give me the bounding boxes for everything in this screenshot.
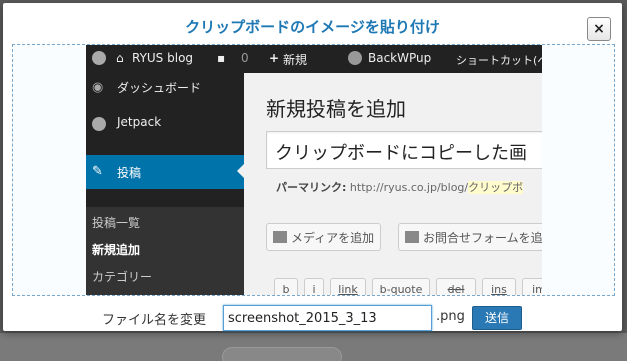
pasted-screenshot: ⌂ RYUS blog ▪ 0 + 新規 BackWPup ショートカット(ベ … [86, 45, 542, 295]
quicktag-b: b [274, 278, 298, 295]
menu-jetpack-label: Jetpack [117, 115, 162, 129]
backwpup-label: BackWPup [368, 51, 432, 65]
site-name: RYUS blog [132, 51, 194, 65]
dialog-title: クリップボードのイメージを貼り付け [185, 18, 440, 36]
close-button[interactable]: × [587, 17, 611, 41]
menu-posts: ✎ 投稿 [86, 155, 245, 189]
send-button[interactable]: 送信 [472, 306, 522, 330]
editor-heading: 新規投稿を追加 [266, 97, 406, 121]
form-icon [405, 231, 419, 243]
pushpin-icon: ✎ [92, 164, 103, 179]
pasted-image-area: ⌂ RYUS blog ▪ 0 + 新規 BackWPup ショートカット(ベ … [12, 44, 615, 296]
backdrop-bottom [0, 333, 627, 361]
quicktag-link: link [330, 278, 366, 295]
quicktag-b-quote: b-quote [372, 278, 430, 295]
filename-input[interactable] [223, 305, 432, 331]
quicktag-img: im [522, 278, 542, 295]
submenu-all-posts: 投稿一覧 [92, 216, 141, 230]
menu-posts-label: 投稿 [117, 166, 142, 180]
wp-admin-bar: ⌂ RYUS blog ▪ 0 + 新規 BackWPup ショートカット(ベ [86, 45, 542, 73]
plus-icon: + [269, 51, 280, 65]
paste-image-dialog: クリップボードのイメージを貼り付け × ⌂ RYUS blog ▪ 0 + 新規… [3, 3, 622, 331]
quicktag-ins: ins [482, 278, 516, 295]
quicktag-del: del [436, 278, 476, 295]
menu-jetpack: Jetpack [86, 109, 244, 139]
menu-dashboard-label: ダッシュボード [117, 81, 202, 95]
backwpup-icon [348, 51, 362, 66]
comment-count: 0 [241, 51, 249, 65]
new-label: 新規 [283, 53, 308, 67]
dashboard-icon: ◉ [92, 80, 104, 95]
editor-content: 新規投稿を追加 クリップボードにコピーした画 パーマリンク: http://ry… [244, 73, 542, 295]
backdrop-toolbar-ghost [222, 347, 342, 361]
add-media-label: メディアを追加 [291, 231, 375, 245]
permalink-label: パーマリンク: [276, 181, 347, 194]
permalink-slug: クリップボ [468, 181, 524, 194]
home-icon: ⌂ [116, 51, 124, 65]
shortcut-label: ショートカット(ベ [456, 54, 542, 67]
contact-form-label: お問合せフォームを追 [423, 231, 542, 245]
jetpack-icon [92, 117, 106, 131]
contact-form-button: お問合せフォームを追 [398, 223, 542, 251]
quicktag-i: i [304, 278, 324, 295]
permalink-line: パーマリンク: http://ryus.co.jp/blog/クリップボ [276, 179, 524, 195]
media-icon [273, 231, 287, 243]
post-title-field: クリップボードにコピーした画 [266, 131, 542, 169]
filename-label: ファイル名を変更 [102, 313, 207, 328]
submenu-add-new: 新規追加 [92, 243, 141, 257]
add-media-button: メディアを追加 [266, 223, 382, 251]
comment-icon: ▪ [217, 51, 226, 65]
filename-row: ファイル名を変更 .png 送信 [3, 305, 622, 331]
menu-dashboard: ◉ ダッシュボード [86, 73, 244, 103]
permalink-url: http://ryus.co.jp/blog/ [349, 181, 469, 194]
submenu-categories: カテゴリー [92, 270, 153, 284]
wp-admin-sidebar: ◉ ダッシュボード Jetpack ✎ 投稿 投稿一覧 新規追加 カテゴリー [86, 73, 245, 295]
file-extension: .png [436, 309, 465, 324]
wordpress-logo-icon [92, 51, 106, 66]
